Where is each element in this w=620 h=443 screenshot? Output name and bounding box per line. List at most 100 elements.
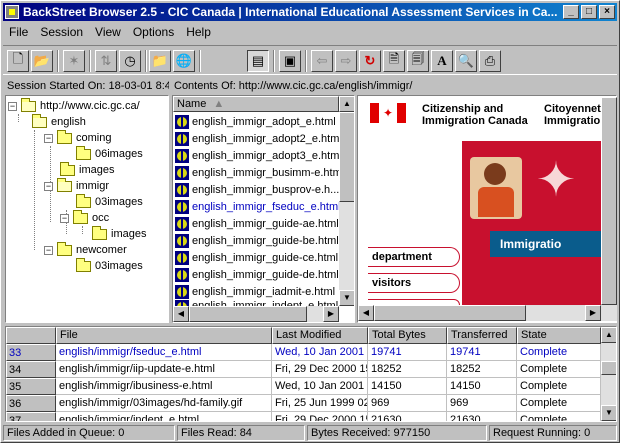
scroll-thumb[interactable] bbox=[601, 97, 617, 305]
tree-item-immigr[interactable]: − immigr bbox=[44, 177, 109, 194]
document-button[interactable]: 🗎 bbox=[383, 50, 405, 72]
menu-options[interactable]: Options bbox=[127, 25, 180, 39]
queue-button[interactable]: ⇅ bbox=[95, 50, 117, 72]
open-folder-icon: 📂 bbox=[33, 53, 51, 68]
collapse-icon[interactable]: − bbox=[44, 133, 53, 143]
tree-item-occ[interactable]: − occ bbox=[60, 209, 109, 226]
tree-item-coming[interactable]: − coming bbox=[44, 129, 111, 146]
minimize-button[interactable]: _ bbox=[563, 5, 579, 19]
status-files-queued: Files Added in Queue: 0 bbox=[3, 425, 175, 441]
list-item[interactable]: english_immigr_busimm-e.html bbox=[173, 164, 344, 181]
schedule-icon: ◷ bbox=[124, 53, 136, 68]
cic-english-name: Citizenship and Immigration Canada bbox=[422, 103, 528, 127]
scroll-thumb[interactable] bbox=[339, 112, 354, 202]
list-view-button[interactable]: ▤ bbox=[247, 50, 269, 72]
find-button[interactable]: 🔍 bbox=[455, 50, 477, 72]
nav-visitors-link[interactable]: visitors bbox=[368, 273, 460, 293]
star-button[interactable]: ✶ bbox=[63, 50, 85, 72]
scroll-up-icon[interactable]: ▲ bbox=[339, 96, 354, 112]
toolbar-separator bbox=[273, 50, 275, 72]
star-icon: ✶ bbox=[68, 53, 80, 68]
file-list[interactable]: Name ▲ english_immigr_adopt_e.html engli… bbox=[172, 95, 355, 323]
refresh-button[interactable]: ↻ bbox=[359, 50, 381, 72]
scroll-left-icon[interactable]: ◀ bbox=[173, 306, 189, 322]
tree-item-label: english bbox=[51, 116, 86, 128]
collapse-icon[interactable]: − bbox=[8, 101, 17, 111]
list-item-selected[interactable]: english_immigr_fseduc_e.html bbox=[173, 198, 341, 215]
file-list-vscrollbar[interactable]: ▲ ▼ bbox=[339, 96, 354, 306]
status-requests-running: Request Running: 0 bbox=[489, 425, 617, 441]
column-header-transferred[interactable]: Transferred bbox=[447, 327, 517, 344]
column-header-file[interactable]: File bbox=[56, 327, 272, 344]
list-item[interactable]: english_immigr_guide-ae.html bbox=[173, 215, 339, 232]
column-header-state[interactable]: State bbox=[517, 327, 601, 344]
menu-help[interactable]: Help bbox=[180, 25, 217, 39]
tree-item-images[interactable]: images bbox=[60, 161, 114, 178]
scroll-thumb[interactable] bbox=[601, 361, 616, 375]
list-item[interactable]: english_immigr_guide-ce.html bbox=[173, 249, 339, 266]
collapse-icon[interactable]: − bbox=[60, 213, 69, 223]
scroll-thumb[interactable] bbox=[189, 306, 307, 322]
list-item[interactable]: english_immigr_guide-be.html bbox=[173, 232, 339, 249]
scroll-down-icon[interactable]: ▼ bbox=[339, 290, 354, 306]
tree-item-newcomer[interactable]: − newcomer bbox=[44, 241, 127, 258]
nav-department-link[interactable]: department bbox=[368, 247, 460, 267]
preview-button[interactable]: ▣ bbox=[279, 50, 301, 72]
immigration-heading[interactable]: Immigratio bbox=[490, 231, 601, 257]
name-column-header[interactable]: Name ▲ bbox=[173, 96, 339, 112]
scroll-thumb[interactable] bbox=[374, 305, 526, 321]
collapse-icon[interactable]: − bbox=[44, 245, 53, 255]
session-tree[interactable]: − http://www.cic.gc.ca/ english − coming… bbox=[5, 95, 169, 323]
menu-view[interactable]: View bbox=[89, 25, 127, 39]
scroll-left-icon[interactable]: ◀ bbox=[358, 305, 374, 321]
folder-open-icon bbox=[57, 177, 72, 192]
forward-icon: ⇨ bbox=[340, 53, 352, 68]
back-button[interactable]: ⇦ bbox=[311, 50, 333, 72]
close-button[interactable]: × bbox=[599, 5, 615, 19]
print-button[interactable]: ⎙ bbox=[479, 50, 501, 72]
toolbar-separator bbox=[89, 50, 91, 72]
globe-button[interactable]: 🌐 bbox=[173, 50, 195, 72]
scroll-down-icon[interactable]: ▼ bbox=[601, 405, 616, 421]
web-preview[interactable]: ✦ Citizenship and Immigration Canada Cit… bbox=[358, 97, 601, 305]
document-stack-button[interactable]: 🗐 bbox=[407, 50, 429, 72]
menu-file[interactable]: File bbox=[3, 25, 34, 39]
tree-item-english[interactable]: english bbox=[32, 113, 86, 130]
list-item[interactable]: english_immigr_busprov-e.h... bbox=[173, 181, 339, 198]
font-button[interactable]: A bbox=[431, 50, 453, 72]
tree-item-06images[interactable]: 06images bbox=[76, 145, 143, 162]
schedule-button[interactable]: ◷ bbox=[119, 50, 141, 72]
scroll-right-icon[interactable]: ▶ bbox=[323, 306, 339, 322]
app-icon[interactable] bbox=[5, 5, 19, 19]
tree-item-newcomer-03images[interactable]: 03images bbox=[76, 257, 143, 274]
collapse-icon[interactable]: − bbox=[44, 181, 53, 191]
folder-globe-button[interactable]: 📁 bbox=[149, 50, 171, 72]
list-item[interactable]: english_immigr_iadmit-e.html bbox=[173, 283, 339, 300]
file-list-hscrollbar[interactable]: ◀ ▶ bbox=[173, 306, 339, 322]
list-item[interactable]: english_immigr_adopt2_e.html bbox=[173, 130, 342, 147]
web-file-icon bbox=[175, 250, 189, 265]
queue-table[interactable]: File Last Modified Total Bytes Transferr… bbox=[5, 326, 617, 422]
scroll-up-icon[interactable]: ▲ bbox=[601, 327, 616, 343]
column-header-total-bytes[interactable]: Total Bytes bbox=[368, 327, 447, 344]
list-item[interactable]: english_immigr_adopt3_e.html bbox=[173, 147, 342, 164]
column-header-modified[interactable]: Last Modified bbox=[272, 327, 368, 344]
tree-item-occ-images[interactable]: images bbox=[92, 225, 147, 242]
preview-vscrollbar[interactable] bbox=[601, 97, 617, 305]
forward-button[interactable]: ⇨ bbox=[335, 50, 357, 72]
tree-item-03images[interactable]: 03images bbox=[76, 193, 143, 210]
title-bar[interactable]: BackStreet Browser 2.5 - CIC Canada | In… bbox=[3, 3, 617, 21]
tree-item-root[interactable]: − http://www.cic.gc.ca/ bbox=[8, 97, 140, 114]
queue-vscrollbar[interactable]: ▲ ▼ bbox=[601, 327, 616, 421]
folder-icon bbox=[60, 161, 75, 176]
open-button[interactable]: 📂 bbox=[31, 50, 53, 72]
scroll-right-icon[interactable]: ▶ bbox=[585, 305, 601, 321]
list-item[interactable]: english_immigr_adopt_e.html bbox=[173, 113, 339, 130]
maximize-button[interactable]: □ bbox=[581, 5, 597, 19]
web-file-icon bbox=[175, 267, 189, 282]
tree-item-label: images bbox=[111, 228, 147, 240]
new-button[interactable]: 🗋 bbox=[7, 50, 29, 72]
list-item[interactable]: english_immigr_guide-de.html bbox=[173, 266, 339, 283]
preview-hscrollbar[interactable]: ◀ ▶ bbox=[358, 305, 617, 321]
menu-session[interactable]: Session bbox=[34, 25, 89, 39]
